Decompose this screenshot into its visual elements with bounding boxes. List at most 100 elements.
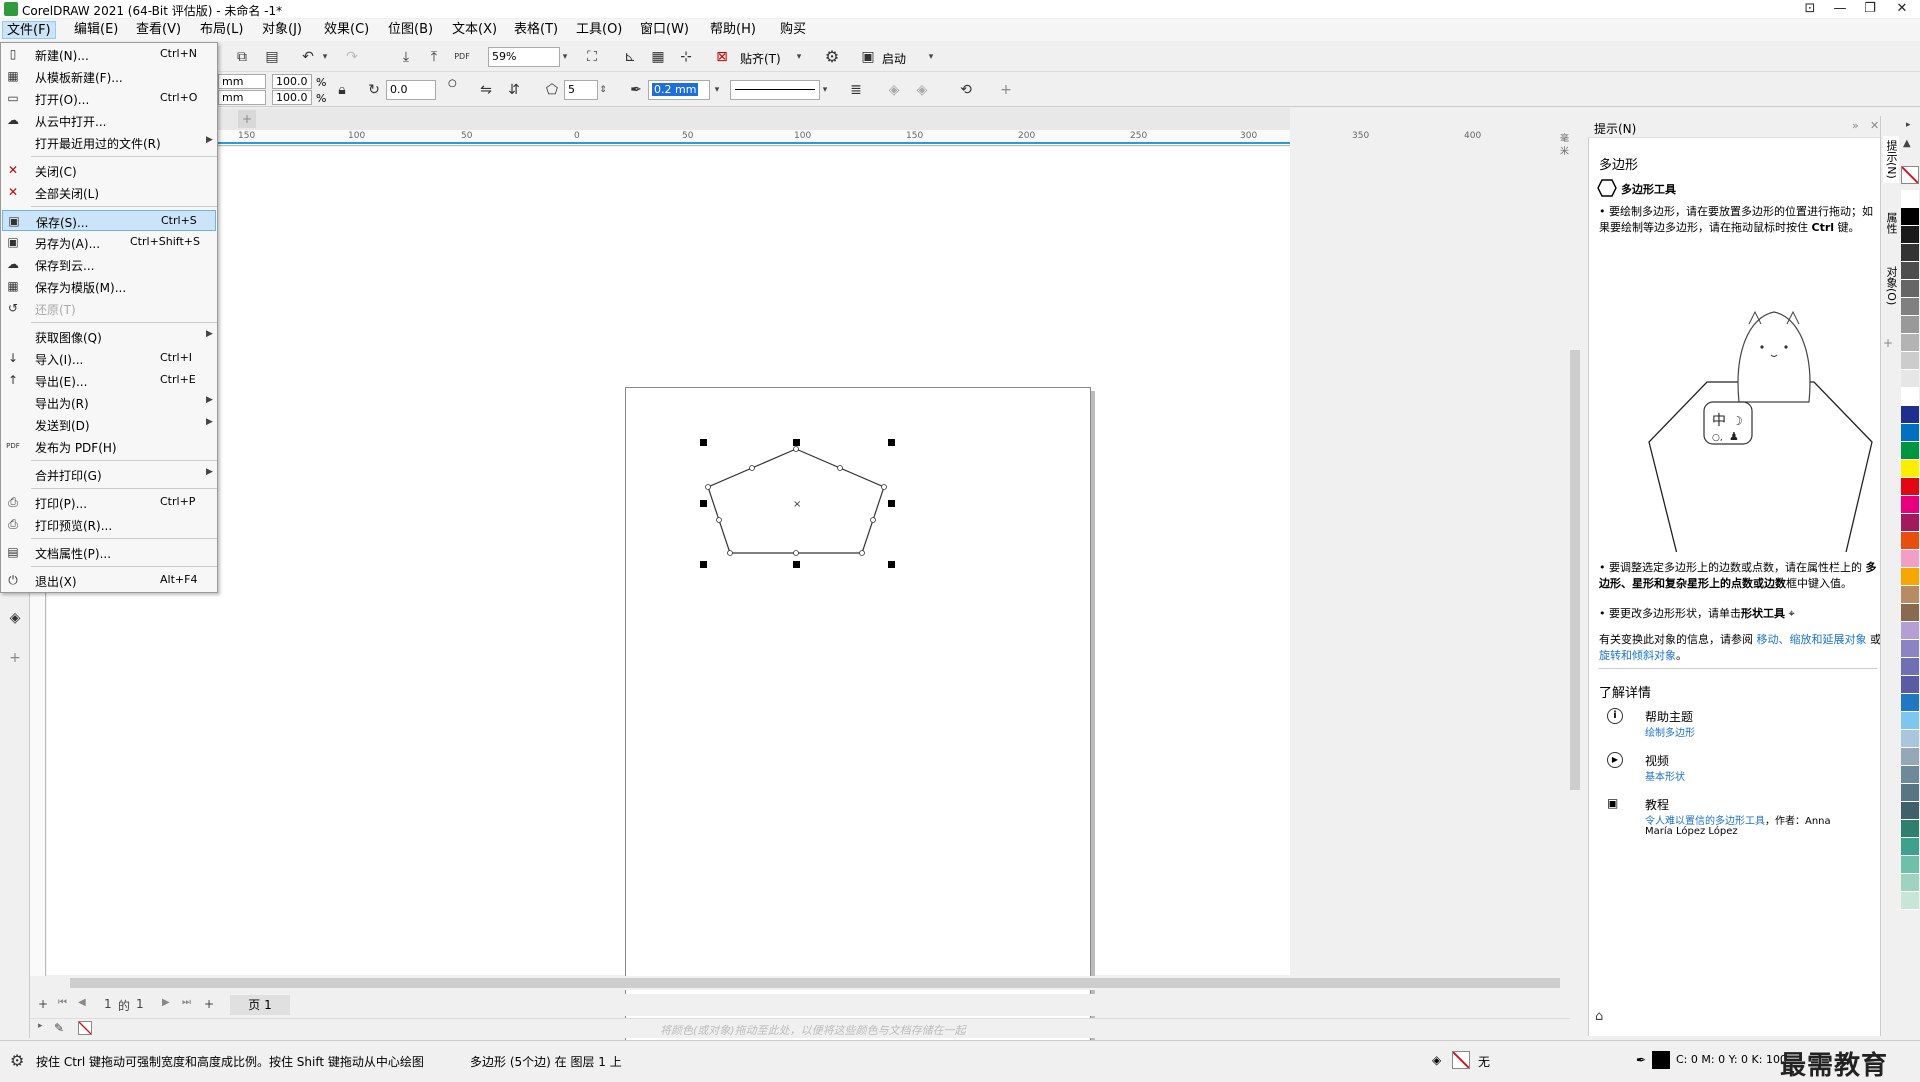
fill-none-swatch[interactable] bbox=[1452, 1051, 1470, 1069]
color-swatch[interactable] bbox=[1901, 748, 1919, 766]
expand-panel-icon[interactable]: » bbox=[1852, 119, 1859, 132]
color-swatch[interactable] bbox=[1901, 640, 1919, 658]
to-front-icon[interactable]: ◈ bbox=[884, 80, 904, 100]
line-style-dropdown-icon[interactable]: ▾ bbox=[818, 80, 832, 100]
menu-object[interactable]: 对象(J) bbox=[258, 21, 306, 39]
palette-menu-icon[interactable]: ▸ bbox=[1906, 120, 1911, 130]
zoom-level-input[interactable]: 59% bbox=[488, 47, 560, 67]
snap-dropdown-icon[interactable]: ▾ bbox=[792, 47, 806, 67]
menu-text[interactable]: 文本(X) bbox=[448, 21, 501, 39]
export-icon[interactable]: ⤒ bbox=[424, 47, 444, 67]
rotation-angle-input[interactable]: 0.0 bbox=[386, 80, 436, 100]
color-swatch[interactable] bbox=[1901, 424, 1919, 442]
color-swatch[interactable] bbox=[1901, 190, 1919, 208]
color-swatch[interactable] bbox=[1901, 802, 1919, 820]
page-tab[interactable]: 页 1 bbox=[230, 995, 290, 1015]
mirror-horizontal-icon[interactable]: ⇋ bbox=[476, 80, 496, 100]
home-icon[interactable]: ⌂ bbox=[1595, 1009, 1603, 1024]
move-scale-link[interactable]: 移动、缩放和延展对象 bbox=[1757, 633, 1867, 646]
menu-layout[interactable]: 布局(L) bbox=[196, 21, 247, 39]
last-page-icon[interactable]: ⏭ bbox=[182, 997, 191, 1008]
menu-buy[interactable]: 购买 bbox=[776, 21, 810, 39]
publish-pdf-icon[interactable]: PDF bbox=[452, 47, 472, 67]
snap-off-icon[interactable]: ⊠ bbox=[712, 47, 732, 67]
file-menu-item[interactable]: ⎙ 打印(P)... Ctrl+P bbox=[2, 492, 216, 513]
color-swatch[interactable] bbox=[1901, 820, 1919, 838]
file-menu-item[interactable]: ▣ 另存为(A)... Ctrl+Shift+S bbox=[2, 232, 216, 253]
color-swatch[interactable] bbox=[1901, 766, 1919, 784]
color-swatch[interactable] bbox=[1901, 586, 1919, 604]
copy-icon[interactable]: ⧉ bbox=[232, 47, 252, 67]
file-menu-item[interactable]: 导出为(R) ▶ bbox=[2, 392, 216, 413]
sides-spinner-icon[interactable]: ⇕ bbox=[596, 80, 610, 100]
snap-to-label[interactable]: 贴齐(T) bbox=[740, 50, 781, 67]
menu-effects[interactable]: 效果(C) bbox=[320, 21, 373, 39]
color-swatch[interactable] bbox=[1901, 406, 1919, 424]
color-swatch[interactable] bbox=[1901, 280, 1919, 298]
horizontal-ruler[interactable]: 150 100 50 0 50 100 150 200 250 300 350 … bbox=[40, 130, 1569, 157]
color-swatch[interactable] bbox=[1901, 244, 1919, 262]
drawing-canvas[interactable]: × bbox=[47, 147, 1290, 1047]
file-menu-item[interactable]: ⏻ 退出(X) Alt+F4 bbox=[2, 570, 216, 591]
palette-scroll-up-icon[interactable]: ▲ bbox=[1903, 138, 1911, 149]
prev-page-icon[interactable]: ◀ bbox=[78, 997, 86, 1008]
add-docker-icon[interactable]: + bbox=[1883, 336, 1893, 350]
color-swatch[interactable] bbox=[1901, 838, 1919, 856]
polygon-sides-input[interactable]: 5 bbox=[564, 80, 598, 100]
color-swatch[interactable] bbox=[1901, 694, 1919, 712]
add-page-after-icon[interactable]: + bbox=[204, 997, 214, 1011]
color-swatch[interactable] bbox=[1901, 460, 1919, 478]
tab-properties[interactable]: 属性 bbox=[1883, 212, 1899, 234]
menu-view[interactable]: 查看(V) bbox=[132, 21, 185, 39]
lock-ratio-icon[interactable]: 🔒︎ bbox=[332, 80, 352, 100]
color-swatch[interactable] bbox=[1901, 478, 1919, 496]
horizontal-scrollbar[interactable] bbox=[60, 976, 1560, 990]
add-tool-icon[interactable]: + bbox=[5, 648, 25, 668]
launch-label[interactable]: 启动 bbox=[882, 50, 906, 67]
fill-indicator-icon[interactable]: ◈ bbox=[1432, 1053, 1441, 1067]
file-menu-item[interactable]: ☁ 从云中打开... bbox=[2, 110, 216, 131]
color-swatch[interactable] bbox=[1901, 892, 1919, 910]
color-swatch[interactable] bbox=[1901, 568, 1919, 586]
line-style-select[interactable] bbox=[730, 80, 820, 100]
color-swatch[interactable] bbox=[1901, 334, 1919, 352]
grid-icon[interactable]: ▦ bbox=[648, 47, 668, 67]
text-wrap-icon[interactable]: ≣ bbox=[846, 80, 866, 100]
convert-to-curves-icon[interactable]: ⟲ bbox=[956, 80, 976, 100]
scale-y-input[interactable]: 100.0 bbox=[272, 90, 312, 105]
undo-icon[interactable]: ↶ bbox=[298, 47, 318, 67]
file-menu-item[interactable]: ▦ 保存为模版(M)... bbox=[2, 276, 216, 297]
color-swatch[interactable] bbox=[1901, 496, 1919, 514]
color-swatch[interactable] bbox=[1901, 532, 1919, 550]
file-menu-item[interactable]: ✕ 关闭(C) bbox=[2, 160, 216, 181]
color-swatch[interactable] bbox=[1901, 856, 1919, 874]
scale-x-input[interactable]: 100.0 bbox=[272, 74, 312, 89]
file-menu-item[interactable]: ▭ 打开(O)... Ctrl+O bbox=[2, 88, 216, 109]
rulers-icon[interactable]: ⊾ bbox=[620, 47, 640, 67]
video-link[interactable]: 基本形状 bbox=[1645, 768, 1685, 783]
file-menu-item[interactable]: ▣ 保存(S)... Ctrl+S bbox=[2, 210, 216, 231]
undo-dropdown-icon[interactable]: ▾ bbox=[318, 47, 332, 67]
color-swatch[interactable] bbox=[1901, 658, 1919, 676]
file-menu-item[interactable]: ⎙ 打印预览(R)... bbox=[2, 514, 216, 535]
color-swatch[interactable] bbox=[1901, 676, 1919, 694]
fill-tool-icon[interactable]: ◈ bbox=[5, 608, 25, 628]
color-swatch[interactable] bbox=[1901, 208, 1919, 226]
color-swatch[interactable] bbox=[1901, 226, 1919, 244]
file-menu-item[interactable]: ▦ 从模板新建(F)... bbox=[2, 66, 216, 87]
redo-icon[interactable]: ↷ bbox=[342, 47, 362, 67]
color-swatch[interactable] bbox=[1901, 730, 1919, 748]
menu-file[interactable]: 文件(F) bbox=[2, 21, 56, 39]
no-color-swatch[interactable] bbox=[78, 1021, 92, 1035]
file-menu-item[interactable]: ☁ 保存到云... bbox=[2, 254, 216, 275]
outline-width-dropdown-icon[interactable]: ▾ bbox=[710, 80, 724, 100]
color-swatch[interactable] bbox=[1901, 622, 1919, 640]
maximize-button[interactable]: ❐ bbox=[1855, 0, 1885, 18]
file-menu-item[interactable]: ✕ 全部关闭(L) bbox=[2, 182, 216, 203]
palette-no-color[interactable] bbox=[1901, 166, 1919, 184]
zoom-dropdown-icon[interactable]: ▾ bbox=[558, 47, 572, 67]
file-menu-item[interactable]: ↑ 导出(E)... Ctrl+E bbox=[2, 370, 216, 391]
status-gear-icon[interactable]: ⚙ bbox=[10, 1051, 24, 1070]
minimize-button[interactable]: — bbox=[1825, 0, 1855, 18]
width-unit-field[interactable]: mm bbox=[218, 74, 266, 89]
